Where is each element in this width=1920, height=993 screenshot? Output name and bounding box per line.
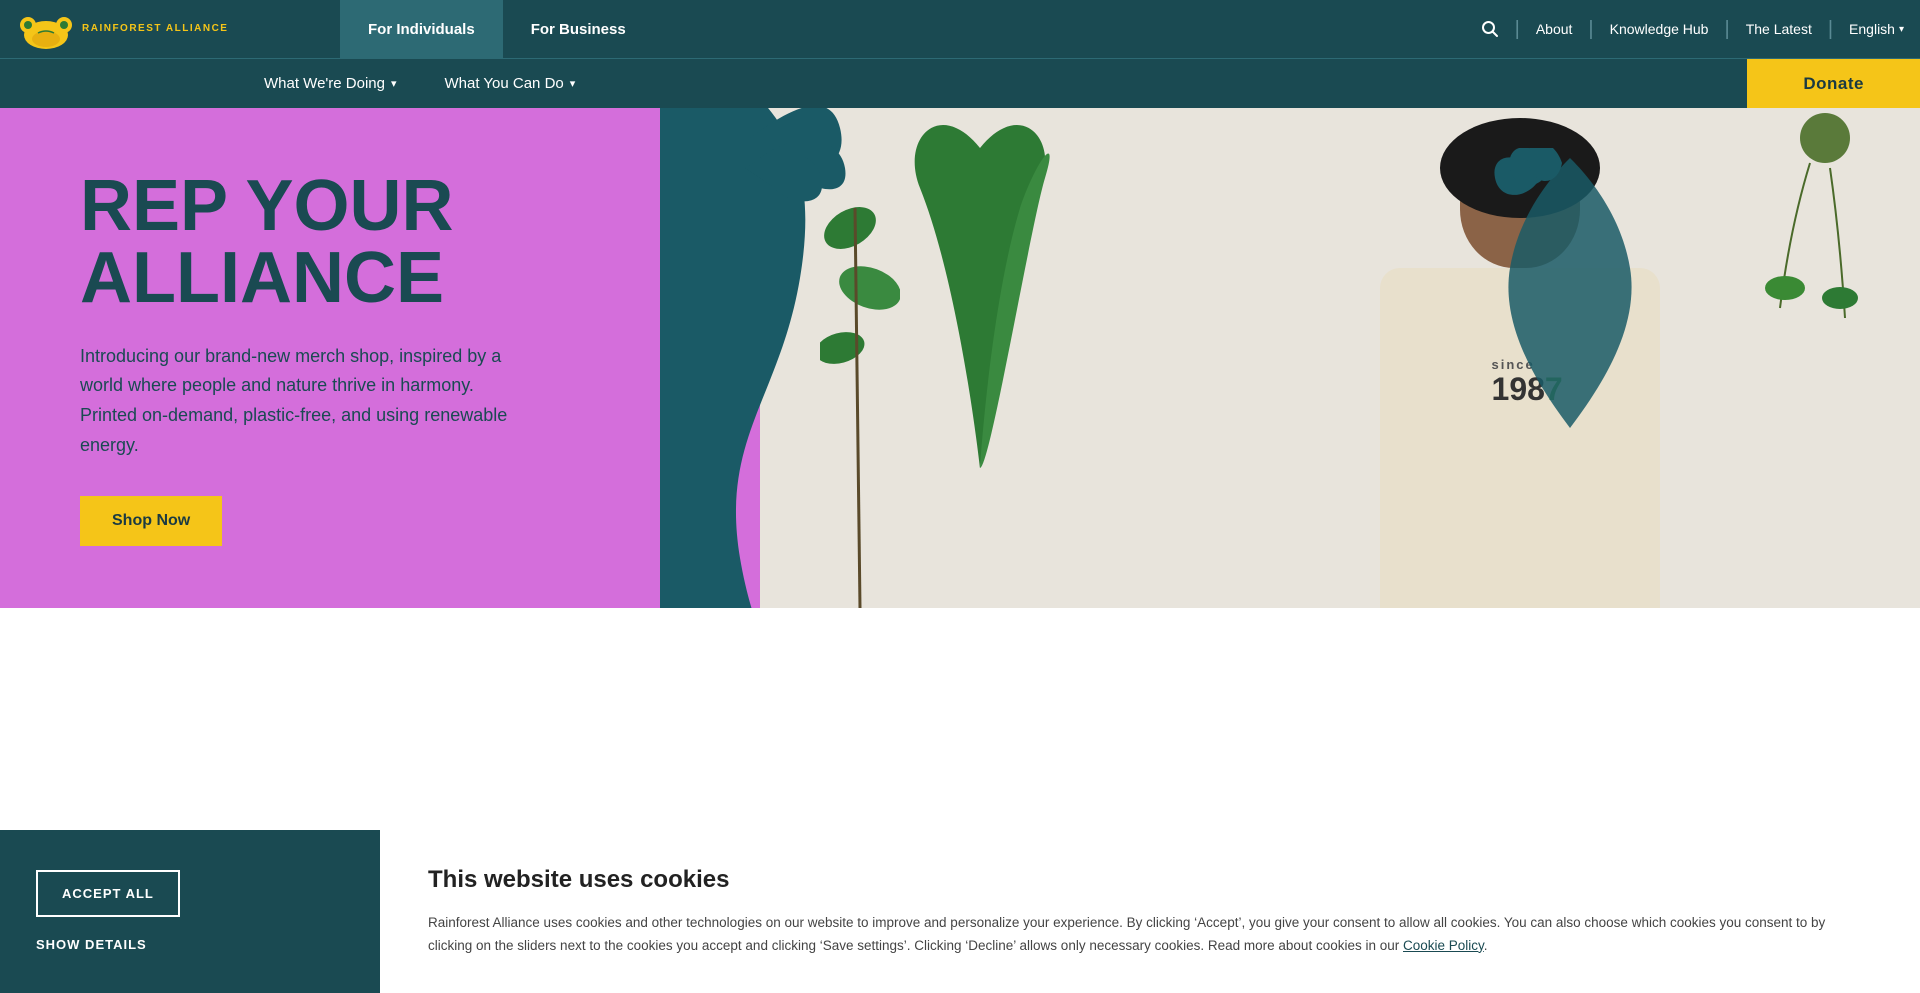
cookie-policy-link[interactable]: Cookie Policy: [1403, 938, 1484, 953]
hero-left-panel: REP YOUR ALLIANCE Introducing our brand-…: [0, 108, 760, 608]
brand-name: RAINFOREST ALLIANCE: [82, 22, 228, 36]
what-were-doing-nav[interactable]: What We're Doing ▾: [240, 59, 421, 108]
frog-logo-icon: [20, 7, 72, 51]
chevron-down-icon: ▾: [1899, 24, 1904, 35]
for-business-tab[interactable]: For Business: [503, 0, 654, 58]
language-selector[interactable]: English ▾: [1833, 21, 1920, 37]
about-link[interactable]: About: [1520, 21, 1589, 37]
search-icon: [1481, 20, 1499, 38]
the-latest-link[interactable]: The Latest: [1730, 21, 1828, 37]
hero-right-panel: since 1987: [760, 108, 1920, 608]
donate-button[interactable]: Donate: [1747, 59, 1920, 108]
for-individuals-tab[interactable]: For Individuals: [340, 0, 503, 58]
top-nav-right: | About | Knowledge Hub | The Latest | E…: [1465, 0, 1920, 58]
top-navigation: RAINFOREST ALLIANCE For Individuals For …: [0, 0, 1920, 58]
shop-now-button[interactable]: Shop Now: [80, 496, 222, 546]
accept-all-button[interactable]: ACCEPT ALL: [36, 870, 180, 917]
hero-subtitle: Introducing our brand-new merch shop, in…: [80, 342, 520, 461]
cookie-content-panel: This website uses cookies Rainforest All…: [380, 830, 1920, 993]
chevron-down-icon-1: ▾: [391, 77, 397, 90]
search-button[interactable]: [1465, 20, 1515, 38]
chevron-down-icon-2: ▾: [570, 77, 576, 90]
show-details-link[interactable]: SHOW DETAILS: [36, 937, 147, 952]
knowledge-hub-link[interactable]: Knowledge Hub: [1594, 21, 1725, 37]
cookie-actions-panel: ACCEPT ALL SHOW DETAILS: [0, 830, 380, 993]
cookie-description: Rainforest Alliance uses cookies and oth…: [428, 912, 1872, 957]
secondary-navigation: What We're Doing ▾ What You Can Do ▾ Don…: [0, 58, 1920, 108]
what-you-can-do-nav[interactable]: What You Can Do ▾: [421, 59, 600, 108]
cookie-banner: ACCEPT ALL SHOW DETAILS This website use…: [0, 830, 1920, 993]
hero-title: REP YOUR ALLIANCE: [80, 170, 680, 314]
logo-area[interactable]: RAINFOREST ALLIANCE: [0, 0, 340, 58]
hero-section: REP YOUR ALLIANCE Introducing our brand-…: [0, 108, 1920, 608]
person-image: since 1987: [1220, 118, 1820, 608]
cookie-title: This website uses cookies: [428, 866, 1872, 894]
